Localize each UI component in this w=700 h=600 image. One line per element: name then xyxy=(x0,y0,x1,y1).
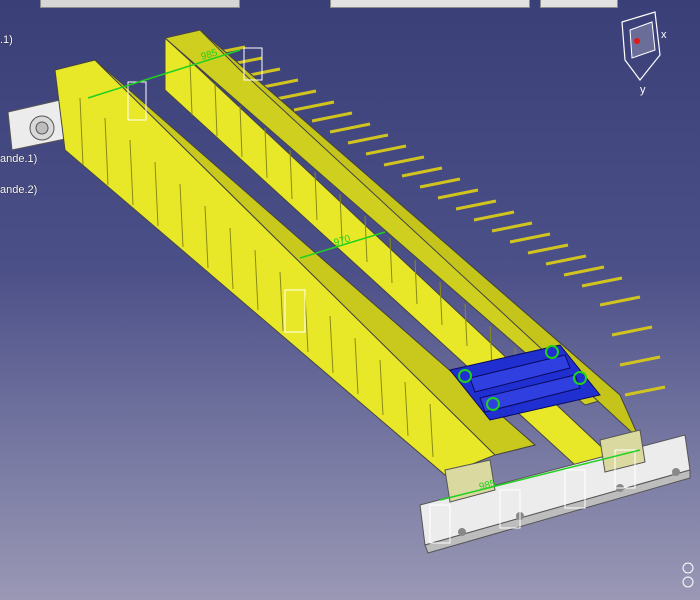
tree-item-2[interactable]: ande.2) xyxy=(0,184,37,196)
compass-y-label: y xyxy=(640,84,646,96)
mini-axis-icon xyxy=(682,562,694,588)
compass-x-label: x xyxy=(661,29,667,41)
compass-widget[interactable]: x y xyxy=(621,11,667,96)
compass-origin-icon xyxy=(634,38,640,44)
tree-item-1[interactable]: ande.1) xyxy=(0,153,37,165)
cad-3d-viewport[interactable]: 985 970 985 x y xyxy=(0,0,700,600)
tree-item-top[interactable]: .1) xyxy=(0,34,13,46)
